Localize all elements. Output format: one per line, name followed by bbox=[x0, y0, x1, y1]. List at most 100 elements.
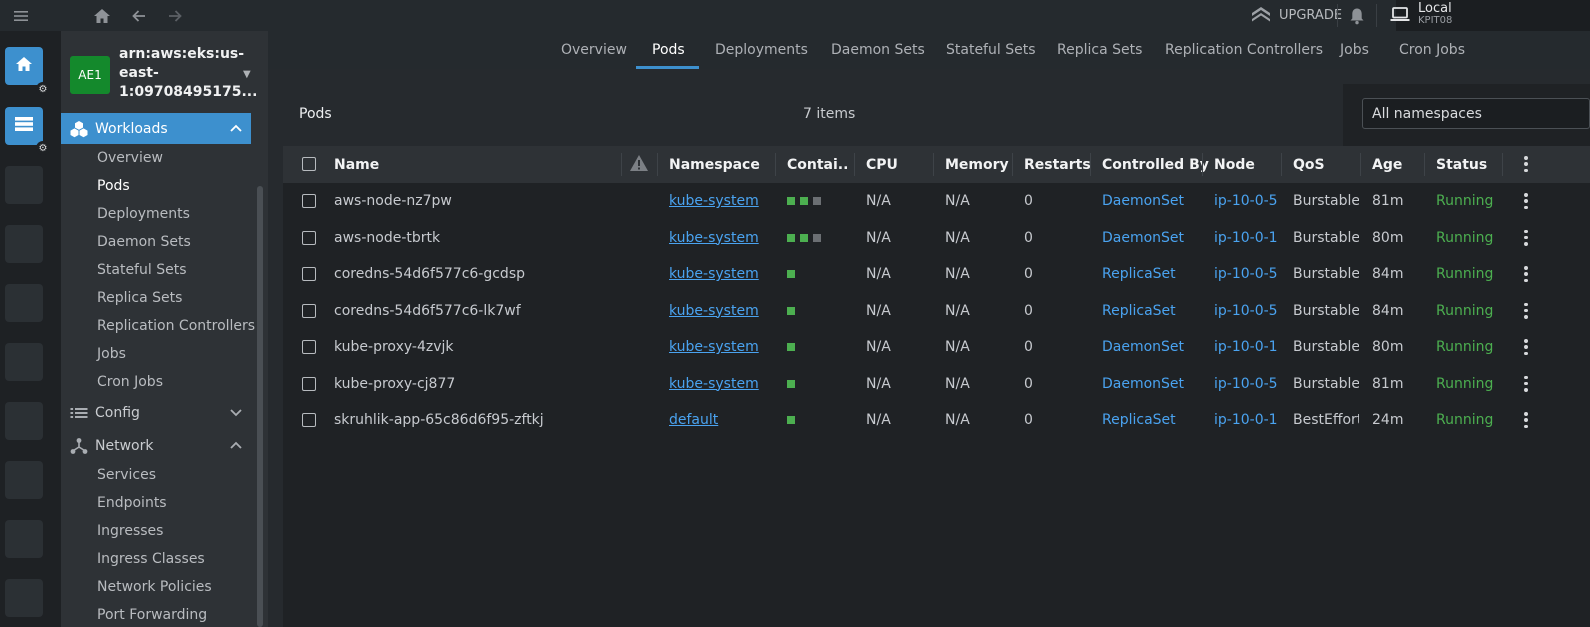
node-link[interactable]: ip-10-0-10 bbox=[1214, 220, 1278, 256]
namespace-link[interactable]: kube-system bbox=[669, 329, 769, 365]
sidebar-item-services[interactable]: Services bbox=[97, 467, 156, 483]
bell-icon[interactable] bbox=[1346, 0, 1368, 31]
column-divider[interactable] bbox=[1424, 153, 1425, 176]
column-header-memory[interactable]: Memory bbox=[945, 146, 1009, 183]
column-divider[interactable] bbox=[1202, 153, 1203, 176]
sidebar-item-jobs[interactable]: Jobs bbox=[97, 346, 126, 362]
warning-icon[interactable] bbox=[629, 154, 649, 176]
container-dot[interactable] bbox=[787, 197, 795, 205]
node-link[interactable]: ip-10-0-10 bbox=[1214, 329, 1278, 365]
kebab-icon[interactable] bbox=[1524, 193, 1528, 209]
container-dot[interactable] bbox=[787, 416, 795, 424]
container-dot[interactable] bbox=[787, 343, 795, 351]
sidebar-group-network[interactable]: Network bbox=[61, 430, 251, 461]
controlled-by-link[interactable]: ReplicaSet bbox=[1102, 293, 1197, 329]
namespace-select[interactable]: All namespaces bbox=[1362, 98, 1590, 129]
hotbar-slot[interactable] bbox=[5, 461, 43, 499]
controlled-by-link[interactable]: DaemonSet bbox=[1102, 329, 1197, 365]
container-dot[interactable] bbox=[787, 306, 795, 315]
container-status[interactable] bbox=[787, 220, 849, 256]
arrow-left-icon[interactable] bbox=[128, 0, 150, 31]
column-divider[interactable] bbox=[854, 153, 855, 176]
column-header-node[interactable]: Node bbox=[1214, 146, 1255, 183]
column-header-age[interactable]: Age bbox=[1372, 146, 1402, 183]
kebab-icon[interactable] bbox=[1524, 375, 1528, 392]
container-dot[interactable] bbox=[787, 379, 795, 388]
cluster-switcher[interactable]: Local KPIT08 bbox=[1390, 0, 1590, 31]
sidebar-item-cron-jobs[interactable]: Cron Jobs bbox=[97, 374, 163, 390]
row-checkbox[interactable] bbox=[302, 230, 316, 245]
namespace-link[interactable]: kube-system bbox=[669, 366, 769, 402]
controlled-by-link[interactable]: ReplicaSet bbox=[1102, 402, 1197, 438]
tab-pods[interactable]: Pods bbox=[652, 31, 685, 69]
kebab-icon[interactable] bbox=[1524, 229, 1528, 246]
container-status[interactable] bbox=[787, 256, 849, 292]
hotbar-slot[interactable] bbox=[5, 225, 43, 263]
node-link[interactable]: ip-10-0-5-9 bbox=[1214, 293, 1278, 329]
tab-deployments[interactable]: Deployments bbox=[715, 31, 808, 69]
column-header-namespace[interactable]: Namespace bbox=[669, 146, 760, 183]
hotbar-slot[interactable] bbox=[5, 579, 43, 617]
container-status[interactable] bbox=[787, 293, 849, 329]
sidebar-item-stateful-sets[interactable]: Stateful Sets bbox=[97, 262, 186, 278]
row-checkbox[interactable] bbox=[302, 376, 316, 391]
hotbar-slot[interactable] bbox=[5, 520, 43, 558]
sidebar-group-config[interactable]: Config bbox=[61, 397, 251, 428]
row-checkbox[interactable] bbox=[302, 340, 316, 354]
sidebar-group-workloads[interactable]: Workloads bbox=[61, 113, 251, 144]
sidebar-scrollbar[interactable] bbox=[257, 186, 263, 627]
column-divider[interactable] bbox=[775, 153, 776, 176]
container-dot[interactable] bbox=[800, 197, 808, 205]
column-header-restarts[interactable]: Restarts bbox=[1024, 146, 1091, 183]
namespace-link[interactable]: kube-system bbox=[669, 183, 769, 219]
node-link[interactable]: ip-10-0-5-9 bbox=[1214, 366, 1278, 402]
controlled-by-link[interactable]: ReplicaSet bbox=[1102, 256, 1197, 292]
caret-down-icon[interactable]: ▼ bbox=[243, 69, 251, 80]
namespace-link[interactable]: kube-system bbox=[669, 293, 769, 329]
sidebar-item-replication-controllers[interactable]: Replication Controllers bbox=[97, 318, 255, 334]
column-divider[interactable] bbox=[933, 153, 934, 176]
sidebar-item-endpoints[interactable]: Endpoints bbox=[97, 495, 167, 511]
column-divider[interactable] bbox=[621, 153, 622, 176]
sidebar-item-replica-sets[interactable]: Replica Sets bbox=[97, 290, 182, 306]
sidebar-item-ingresses[interactable]: Ingresses bbox=[97, 523, 163, 539]
kebab-icon[interactable] bbox=[1524, 412, 1528, 428]
container-dot[interactable] bbox=[787, 270, 795, 278]
hotbar-cluster-button[interactable] bbox=[5, 107, 43, 145]
sidebar-item-port-forwarding[interactable]: Port Forwarding bbox=[97, 607, 207, 623]
sidebar-item-network-policies[interactable]: Network Policies bbox=[97, 579, 212, 595]
sidebar-item-pods[interactable]: Pods bbox=[97, 178, 130, 194]
column-divider[interactable] bbox=[657, 153, 658, 176]
controlled-by-link[interactable]: DaemonSet bbox=[1102, 220, 1197, 256]
hotbar-home-button[interactable] bbox=[5, 47, 43, 85]
column-divider[interactable] bbox=[1090, 153, 1091, 176]
select-all-checkbox[interactable] bbox=[302, 157, 316, 171]
controlled-by-link[interactable]: DaemonSet bbox=[1102, 183, 1197, 219]
namespace-link[interactable]: default bbox=[669, 402, 769, 438]
container-dot[interactable] bbox=[813, 197, 821, 205]
container-status[interactable] bbox=[787, 329, 849, 365]
column-header-qos[interactable]: QoS bbox=[1293, 146, 1325, 183]
column-header-cpu[interactable]: CPU bbox=[866, 146, 898, 183]
row-checkbox[interactable] bbox=[302, 413, 316, 427]
tab-cron-jobs[interactable]: Cron Jobs bbox=[1399, 31, 1465, 69]
hotbar-slot[interactable] bbox=[5, 166, 43, 204]
tab-replica-sets[interactable]: Replica Sets bbox=[1057, 31, 1142, 69]
cluster-header[interactable]: AE1 arn:aws:eks:us- east- 1:09708495175.… bbox=[61, 31, 268, 111]
hotbar-slot[interactable] bbox=[5, 284, 43, 322]
kebab-icon[interactable] bbox=[1524, 266, 1528, 282]
sidebar-item-deployments[interactable]: Deployments bbox=[97, 206, 190, 222]
hotbar-slot[interactable] bbox=[5, 343, 43, 381]
home-icon[interactable] bbox=[91, 0, 113, 31]
node-link[interactable]: ip-10-0-10 bbox=[1214, 402, 1278, 438]
container-dot[interactable] bbox=[800, 233, 808, 242]
node-link[interactable]: ip-10-0-5-9 bbox=[1214, 183, 1278, 219]
tab-overview[interactable]: Overview bbox=[561, 31, 627, 69]
tab-daemon-sets[interactable]: Daemon Sets bbox=[831, 31, 925, 69]
tab-jobs[interactable]: Jobs bbox=[1340, 31, 1369, 69]
upgrade-button[interactable]: UPGRADE bbox=[1251, 0, 1342, 31]
column-header-status[interactable]: Status bbox=[1436, 146, 1487, 183]
sidebar-item-overview[interactable]: Overview bbox=[97, 150, 163, 166]
row-checkbox[interactable] bbox=[302, 194, 316, 208]
sidebar-item-daemon-sets[interactable]: Daemon Sets bbox=[97, 234, 191, 250]
